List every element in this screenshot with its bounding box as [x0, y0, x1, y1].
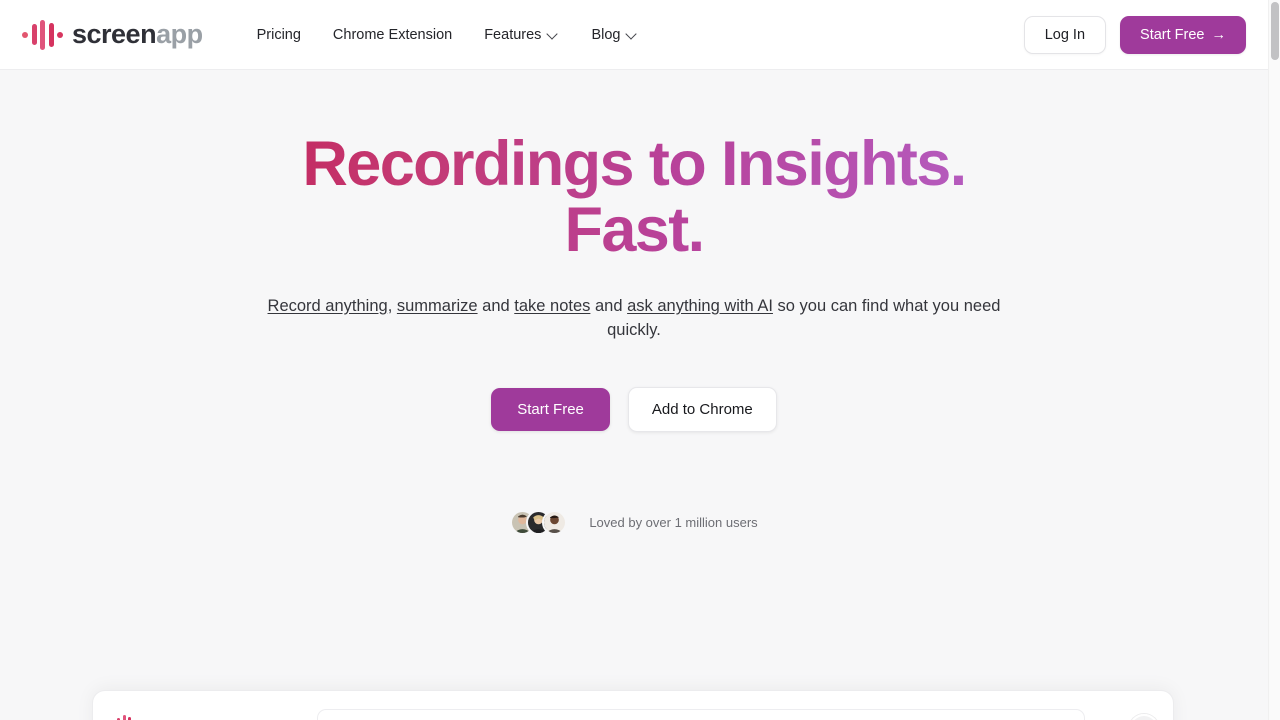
search-library-field[interactable]: Search library [317, 709, 1085, 720]
avatar [542, 509, 568, 535]
nav-label-blog: Blog [591, 26, 621, 43]
main-navigation: Pricing Chrome Extension Features Blog [241, 19, 655, 51]
social-proof-text: Loved by over 1 million users [589, 514, 758, 530]
page-viewport: screenapp Pricing Chrome Extension Featu… [0, 0, 1280, 720]
avatar-group [510, 509, 568, 535]
chevron-down-icon [548, 29, 559, 40]
page-title: Recordings to Insights. Fast. [254, 132, 1014, 263]
hero-subtitle: Record anything, summarize and take note… [249, 294, 1019, 343]
start-free-header-label: Start Free [1140, 26, 1205, 43]
page-scrollbar[interactable] [1268, 0, 1280, 720]
link-record-anything[interactable]: Record anything [268, 297, 388, 315]
brand-wordmark: screenapp [72, 21, 203, 48]
headline-line-1: Recordings to Insights. [302, 129, 966, 199]
brand-name-app: app [156, 19, 203, 49]
brand-name-screen: screen [72, 19, 157, 49]
brand-logo[interactable]: screenapp [22, 18, 203, 52]
arrow-right-icon: → [1211, 26, 1227, 43]
chevron-left-icon[interactable]: ‹ [283, 709, 309, 720]
subtitle-sep-2: and [477, 297, 515, 316]
nav-label-pricing: Pricing [256, 26, 301, 43]
scrollbar-thumb[interactable] [1271, 2, 1279, 60]
send-icon[interactable] [1085, 709, 1127, 720]
app-waveform-logo-icon [111, 709, 283, 720]
nav-item-pricing[interactable]: Pricing [241, 19, 317, 51]
waveform-logo-icon [22, 18, 63, 52]
subtitle-sep-3: and [590, 297, 628, 316]
hero-section: Recordings to Insights. Fast. Record any… [0, 70, 1268, 535]
link-ask-anything-with-ai[interactable]: ask anything with AI [627, 297, 773, 315]
header-actions: Log In Start Free → [1023, 15, 1246, 54]
nav-item-blog[interactable]: Blog [575, 19, 654, 51]
subtitle-sep-1: , [387, 297, 397, 316]
nav-item-features[interactable]: Features [468, 19, 575, 51]
log-in-button[interactable]: Log In [1023, 15, 1107, 54]
app-preview-card: ‹ Search library [92, 690, 1174, 720]
start-free-button[interactable]: Start Free [491, 387, 610, 431]
nav-label-features: Features [484, 26, 542, 43]
social-proof: Loved by over 1 million users [510, 509, 758, 535]
link-summarize[interactable]: summarize [397, 297, 478, 315]
link-take-notes[interactable]: take notes [514, 297, 590, 315]
add-to-chrome-button[interactable]: Add to Chrome [627, 386, 777, 432]
headline-line-2: Fast. [564, 194, 704, 265]
nav-label-chrome-extension: Chrome Extension [332, 26, 453, 43]
chevron-down-icon [627, 29, 638, 40]
start-free-header-button[interactable]: Start Free → [1120, 15, 1246, 54]
user-avatar[interactable] [1129, 714, 1159, 720]
site-header: screenapp Pricing Chrome Extension Featu… [0, 0, 1268, 70]
nav-item-chrome-extension[interactable]: Chrome Extension [317, 19, 468, 51]
hero-cta-row: Start Free Add to Chrome [491, 386, 777, 432]
